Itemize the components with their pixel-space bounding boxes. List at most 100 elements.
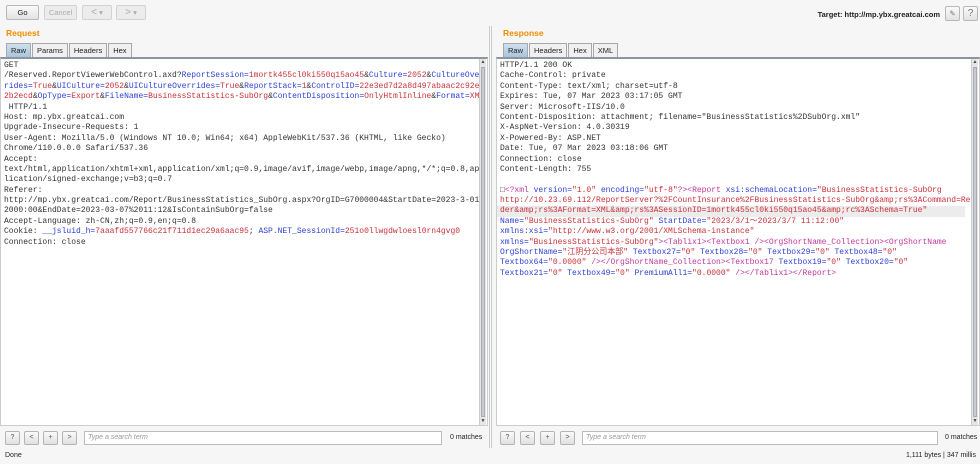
text-segment: Export <box>71 92 101 102</box>
search-help-button[interactable]: ? <box>5 431 20 445</box>
text-segment: User-Agent: Mozilla/5.0 (Windows NT 10.0… <box>4 133 446 143</box>
request-text[interactable]: GET/Reserved.ReportViewerWebControl.axd?… <box>4 61 484 248</box>
text-segment: ReportStack= <box>244 81 302 91</box>
search-help-button[interactable]: ? <box>500 431 515 445</box>
text-segment: Referer: <box>4 185 43 195</box>
text-segment: lication/signed-exchange;v=b3;q=0.7 <box>4 175 173 185</box>
text-segment: "0" <box>882 248 897 258</box>
text-line: Host: mp.ybx.greatcai.com <box>4 113 484 123</box>
text-line: lication/signed-exchange;v=b3;q=0.7 <box>4 175 484 185</box>
text-segment: version= <box>533 185 573 195</box>
response-search-input[interactable]: Type a search term <box>582 431 938 445</box>
forward-arrow-icon: > <box>125 7 131 18</box>
text-line: rides=True&UICulture=2052&UICultureOverr… <box>4 82 484 92</box>
text-segment: "BusinessStatistics-SubOrg" <box>524 216 659 226</box>
pane-splitter[interactable] <box>489 26 492 448</box>
response-scrollbar[interactable]: ▲ ▼ <box>971 59 978 425</box>
text-segment: 2000:00&EndDate=2023-03-07%2011:12&IsCon… <box>4 206 273 216</box>
scroll-thumb[interactable] <box>973 67 977 417</box>
text-segment: Format= <box>436 92 470 102</box>
search-add-button[interactable]: + <box>43 431 58 445</box>
text-line: xmlns:xsi="http://www.w3.org/2001/XMLSch… <box>500 227 975 237</box>
text-segment: Name= <box>500 216 525 226</box>
scroll-thumb[interactable] <box>481 67 485 417</box>
text-segment: "0" <box>748 248 768 258</box>
cancel-button[interactable]: Cancel <box>44 5 77 20</box>
text-segment: ContentDisposition= <box>272 92 365 102</box>
text-line: xmlns="BusinessStatistics-SubOrg"><Tabli… <box>500 238 975 248</box>
scroll-down-icon[interactable]: ▼ <box>480 418 486 425</box>
text-segment: ASP.NET_SessionId= <box>258 227 345 237</box>
text-segment: Textbox28= <box>700 248 749 258</box>
forward-button[interactable]: > ▾ <box>116 5 146 20</box>
text-line: 2000:00&EndDate=2023-03-07%2011:12&IsCon… <box>4 206 484 216</box>
text-line: /Reserved.ReportViewerWebControl.axd?Rep… <box>4 71 484 81</box>
back-button[interactable]: < ▾ <box>82 5 112 20</box>
scroll-up-icon[interactable]: ▲ <box>972 59 978 66</box>
tab-hex[interactable]: Hex <box>568 43 592 57</box>
tab-params[interactable]: Params <box>32 43 68 57</box>
text-segment: Server: Microsoft-IIS/10.0 <box>500 102 625 112</box>
tab-raw[interactable]: Raw <box>6 43 32 57</box>
text-segment: /></OrgShortName_Collection><Textbox17 <box>591 258 779 268</box>
text-segment: Textbox19= <box>778 258 827 268</box>
search-next-button[interactable]: > <box>560 431 575 445</box>
search-prev-button[interactable]: < <box>520 431 535 445</box>
text-segment: "0" <box>826 258 846 268</box>
text-segment: "0" <box>815 248 835 258</box>
text-segment: 2052 <box>407 71 427 81</box>
text-line: Content-Length: 755 <box>500 165 975 175</box>
search-next-button[interactable]: > <box>62 431 77 445</box>
response-editor[interactable]: HTTP/1.1 200 OK Cache-Control: private Con… <box>496 57 980 426</box>
scroll-down-icon[interactable]: ▼ <box>972 418 978 425</box>
go-button[interactable]: Go <box>6 5 39 20</box>
text-line: HTTP/1.1 <box>4 103 484 113</box>
text-segment: "0" <box>615 268 635 278</box>
text-line: 2b2ecd&OpType=Export&FileName=BusinessSt… <box>4 92 484 102</box>
scroll-up-icon[interactable]: ▲ <box>480 59 486 66</box>
text-line: X-Powered-By: ASP.NET <box>500 134 975 144</box>
text-line: HTTP/1.1 200 OK <box>500 61 975 71</box>
tab-xml[interactable]: XML <box>592 43 619 57</box>
text-segment: ?><Report <box>677 185 726 195</box>
text-segment: BusinessStatistics-SubOrg <box>148 92 269 102</box>
text-line: Connection: close <box>500 155 975 165</box>
text-line: Textbox21="0" Textbox49="0" PremiumAll1=… <box>500 269 975 279</box>
text-segment: X-AspNet-Version: 4.0.30319 <box>500 123 630 133</box>
text-segment: Textbox48= <box>834 248 883 258</box>
tab-raw[interactable]: Raw <box>503 43 529 57</box>
tab-headers[interactable]: Headers <box>68 43 108 57</box>
edit-target-button[interactable]: ✎ <box>945 6 960 21</box>
text-segment: encoding= <box>600 185 645 195</box>
text-line: Content-Type: text/xml; charset=utf-8 <box>500 82 975 92</box>
search-prev-button[interactable]: < <box>24 431 39 445</box>
tab-hex[interactable]: Hex <box>108 43 132 57</box>
text-line: X-AspNet-Version: 4.0.30319 <box>500 123 975 133</box>
search-add-button[interactable]: + <box>540 431 555 445</box>
text-segment: 2052 <box>104 81 125 91</box>
dropdown-icon: ▾ <box>99 8 103 17</box>
text-segment: ReportSession= <box>181 71 249 81</box>
tab-headers[interactable]: Headers <box>529 43 568 57</box>
response-match-count: 0 matches <box>945 434 978 441</box>
request-search-input[interactable]: Type a search term <box>84 431 442 445</box>
text-line: Chrome/110.0.0.0 Safari/537.36 <box>4 144 484 154</box>
text-segment: "utf-8" <box>644 185 678 195</box>
help-button[interactable]: ? <box>963 6 978 21</box>
text-segment: text/html,application/xhtml+xml,applicat… <box>4 164 485 174</box>
text-segment: "江阴分公司本部" <box>562 248 633 258</box>
text-line: OrgShortName="江阴分公司本部" Textbox27="0" Tex… <box>500 248 975 258</box>
request-editor[interactable]: GET/Reserved.ReportViewerWebControl.axd?… <box>0 57 488 426</box>
request-tabs: Raw Params Headers Hex <box>6 43 133 57</box>
text-segment: True <box>220 81 240 91</box>
request-scrollbar[interactable]: ▲ ▼ <box>479 59 486 425</box>
response-text[interactable]: HTTP/1.1 200 OK Cache-Control: private Con… <box>497 61 975 279</box>
text-segment: xmlns= <box>500 237 529 247</box>
response-title: Response <box>503 28 544 38</box>
text-line: Referer: <box>4 186 484 196</box>
text-segment: ControlID= <box>311 81 360 91</box>
text-segment: PremiumAll1= <box>634 268 693 278</box>
target-label: Target: http://mp.ybx.greatcai.com <box>817 10 940 19</box>
text-segment: "0" <box>548 268 568 278</box>
text-segment: StartDate= <box>658 216 707 226</box>
